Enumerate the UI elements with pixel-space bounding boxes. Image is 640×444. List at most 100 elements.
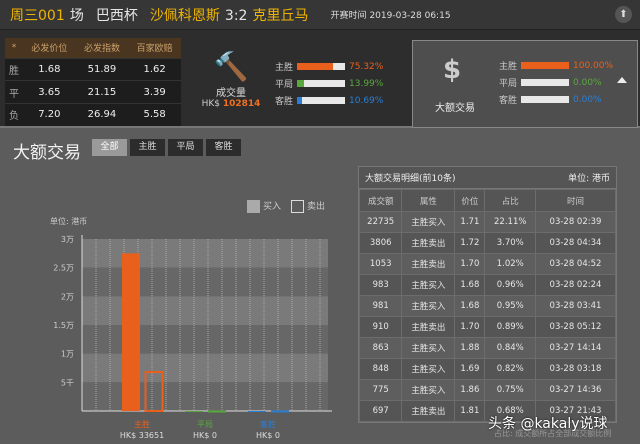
big-trade-bars: 主胜 100.00% 平局 0.00% 客胜 0.00% xyxy=(499,57,613,108)
bar-label: 主胜 xyxy=(499,62,518,72)
sell-bar[interactable] xyxy=(208,410,226,413)
buy-bar[interactable] xyxy=(122,253,140,411)
tab-draw[interactable]: 平局 xyxy=(168,139,203,156)
column-header: 占比 xyxy=(484,189,536,212)
table-cell: 1.70 xyxy=(454,253,486,275)
sell-bar[interactable] xyxy=(271,410,289,413)
odds-header: 百家欧赔 xyxy=(128,38,181,59)
bar-label: 主胜 xyxy=(275,63,294,73)
category-total: HK$ 33651 xyxy=(119,431,165,440)
table-cell: 03-28 03:18 xyxy=(534,358,617,380)
y-tick-label: 2.5万 xyxy=(53,264,74,273)
odds-cell: 5.58 xyxy=(128,102,181,126)
watermark: 头条 @kakaly说球 xyxy=(488,416,608,432)
table-cell: 1.02% xyxy=(484,253,536,275)
y-tick-label: 1万 xyxy=(61,350,74,359)
home-team: 沙佩科恩斯 xyxy=(149,7,220,24)
category-total: HK$ 0 xyxy=(193,431,217,440)
bar-label: 客胜 xyxy=(499,96,518,106)
odds-row: 负 7.20 26.94 5.58 xyxy=(5,102,181,126)
volume-label: 成交量 xyxy=(216,88,246,99)
buy-bar[interactable] xyxy=(185,411,203,412)
chart-legend: 买入 卖出 xyxy=(247,199,325,213)
match-field: 场 xyxy=(69,7,84,24)
bar-row: 主胜 75.32% xyxy=(275,58,383,75)
table-cell: 0.89% xyxy=(484,316,536,338)
odds-cell: 7.20 xyxy=(23,102,76,126)
table-cell: 1.71 xyxy=(454,211,486,233)
table-cell: 0.95% xyxy=(484,295,536,317)
table-cell: 主胜卖出 xyxy=(401,253,456,275)
table-cell: 主胜卖出 xyxy=(401,232,456,254)
table-cell: 981 xyxy=(358,295,403,317)
grid-band xyxy=(82,296,328,325)
bar-row: 主胜 100.00% xyxy=(499,57,613,74)
table-cell: 03-28 05:12 xyxy=(534,316,617,338)
big-trade-summary[interactable]: $ 大额交易 主胜 100.00% 平局 0.00% 客胜 0.00% xyxy=(412,40,638,128)
table-cell: 主胜买入 xyxy=(401,358,456,380)
table-cell: 775 xyxy=(358,379,403,401)
table-cell: 03-28 04:34 xyxy=(534,232,617,254)
odds-header: * xyxy=(5,38,23,59)
grid-band xyxy=(82,267,328,297)
sell-swatch xyxy=(291,200,305,213)
progress-bar xyxy=(521,62,569,69)
table-title: 大额交易明细(前10条) xyxy=(365,174,456,184)
tab-home-win[interactable]: 主胜 xyxy=(130,139,165,156)
collapse-arrow-icon[interactable] xyxy=(617,77,627,83)
bar-percent: 10.69% xyxy=(349,95,384,106)
odds-cell: 3.65 xyxy=(23,80,76,104)
tab-away-win[interactable]: 客胜 xyxy=(206,139,241,156)
table-cell: 主胜买入 xyxy=(401,274,456,296)
table-row: 863 主胜买入 1.88 0.84% 03-27 14:14 xyxy=(358,337,617,359)
table-cell: 主胜卖出 xyxy=(401,400,456,422)
progress-bar xyxy=(521,96,569,103)
odds-cell: 1.62 xyxy=(128,57,181,81)
away-team: 克里丘马 xyxy=(252,7,309,24)
buy-bar[interactable] xyxy=(248,411,266,412)
table-cell: 03-28 03:41 xyxy=(534,295,617,317)
table-row: 22735 主胜买入 1.71 22.11% 03-28 02:39 xyxy=(358,211,617,233)
grid-band xyxy=(82,382,328,411)
bar-chart: 3万 2.5万 2万 1.5万 1万 5千 xyxy=(53,235,332,413)
table-cell: 主胜买入 xyxy=(401,295,456,317)
scroll-top-button[interactable]: ⬆ xyxy=(615,6,632,23)
tab-all[interactable]: 全部 xyxy=(92,139,127,156)
table-cell: 0.82% xyxy=(484,358,536,380)
category-label: 平局 HK$ 0 xyxy=(175,419,235,441)
y-tick-label: 1.5万 xyxy=(53,321,74,330)
bar-percent: 75.32% xyxy=(349,61,384,72)
odds-row: 胜 1.68 51.89 1.62 xyxy=(5,57,181,81)
table-cell: 697 xyxy=(358,400,403,422)
category-label: 主胜 HK$ 33651 xyxy=(112,419,172,441)
table-cell: 0.84% xyxy=(484,337,536,359)
table-row: 848 主胜买入 1.69 0.82% 03-28 03:18 xyxy=(358,358,617,380)
table-cell: 1053 xyxy=(358,253,403,275)
table-cell: 983 xyxy=(358,274,403,296)
table-cell: 1.68 xyxy=(454,274,486,296)
table-cell: 1.69 xyxy=(454,358,486,380)
y-tick-label: 3万 xyxy=(61,235,74,244)
table-cell: 03-28 04:52 xyxy=(534,253,617,275)
kickoff-label: 开赛时间 xyxy=(330,11,367,21)
big-trade-label: 大额交易 xyxy=(435,103,475,114)
odds-cell: 负 xyxy=(5,102,23,126)
progress-bar xyxy=(297,97,345,104)
odds-cell: 1.68 xyxy=(23,57,76,81)
table-cell: 03-27 14:36 xyxy=(534,379,617,401)
column-header: 属性 xyxy=(401,189,456,212)
table-cell: 03-28 02:24 xyxy=(534,274,617,296)
odds-cell: 26.94 xyxy=(75,102,129,126)
table-row: 983 主胜买入 1.68 0.96% 03-28 02:24 xyxy=(358,274,617,296)
column-header: 时间 xyxy=(534,189,617,212)
odds-row: 平 3.65 21.15 3.39 xyxy=(5,80,181,104)
grid-band xyxy=(82,239,328,268)
table-cell: 主胜卖出 xyxy=(401,316,456,338)
category-name: 客胜 xyxy=(260,420,276,429)
table-cell: 主胜买入 xyxy=(401,337,456,359)
odds-cell: 51.89 xyxy=(75,57,129,81)
bar-label: 客胜 xyxy=(275,97,294,107)
table-cell: 主胜买入 xyxy=(401,379,456,401)
odds-cell: 平 xyxy=(5,80,23,104)
volume-bars: 主胜 75.32% 平局 13.99% 客胜 10.69% xyxy=(275,58,383,109)
